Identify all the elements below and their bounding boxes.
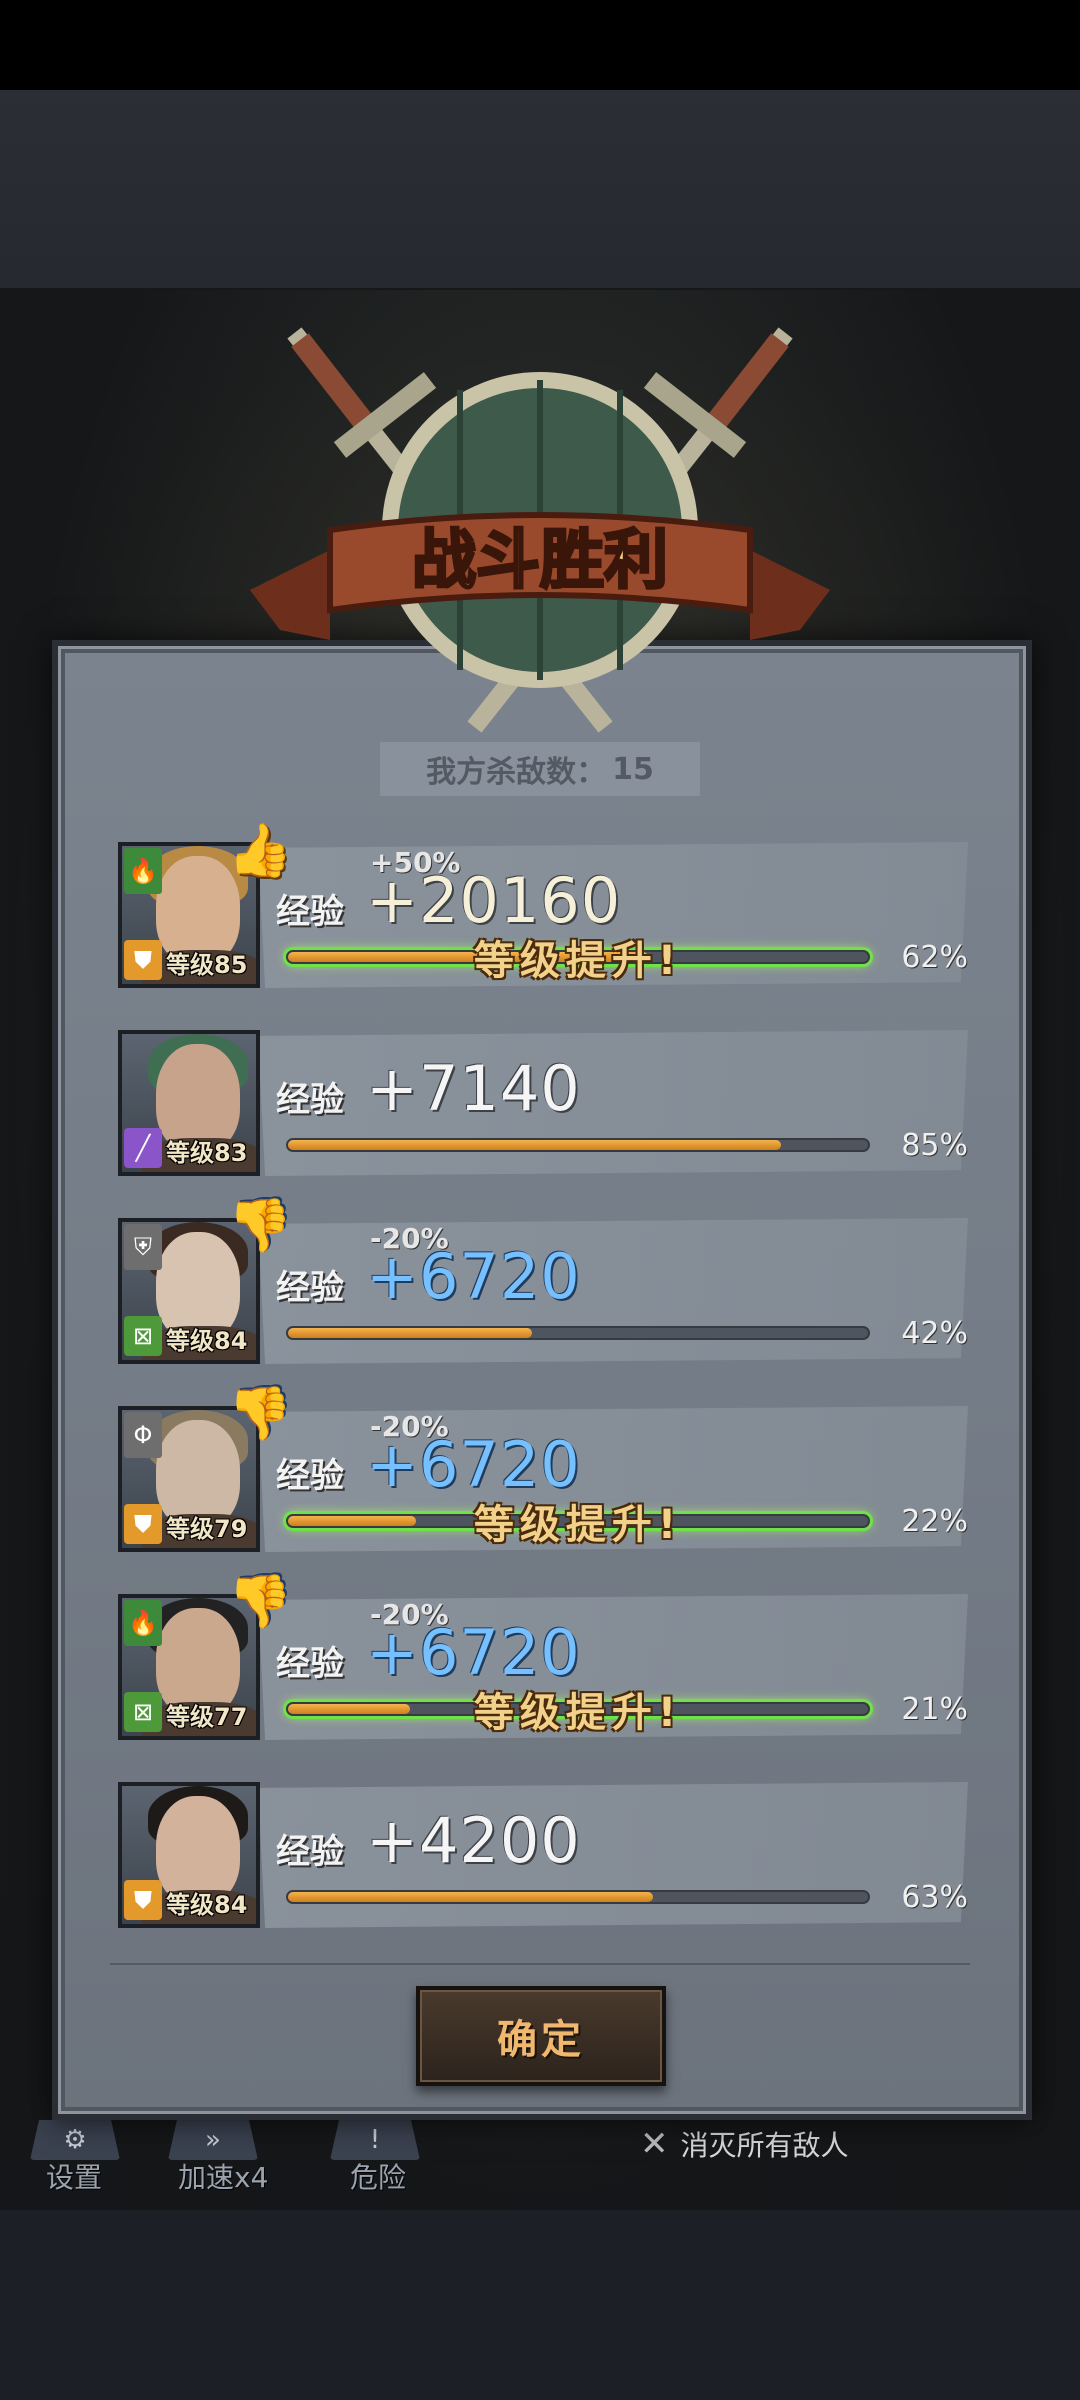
exp-progress-fill [288,1892,654,1902]
row-background [258,1782,968,1928]
exp-label: 经验 [276,1268,344,1308]
hero-level: 等级79 [166,1515,248,1543]
hero-level: 等级85 [166,951,248,979]
exp-label: 经验 [276,1456,344,1496]
exp-progress-fill [288,1516,416,1526]
exp-label: 经验 [276,1832,344,1872]
hero-level: 等级84 [166,1327,248,1355]
hero-row: ⛊ 等级84 经验 +4200 63% [118,1782,968,1928]
exp-progress-fill [288,1704,410,1714]
settings-label[interactable]: 设置 [46,2156,102,2196]
row-background [258,1030,968,1176]
exp-label: 经验 [276,1080,344,1120]
top-wall [0,90,1080,290]
role-icon: ⛊ [124,1504,162,1544]
crossed-swords-icon: ✕ [640,2124,669,2164]
hero-row: ╱ 等级83 经验 +7140 85% [118,1030,968,1176]
hero-portrait[interactable]: ╱ 等级83 [118,1030,260,1176]
exp-percent: 62% [901,940,968,975]
role-icon: ⛊ [124,940,162,980]
exp-progress-fill [288,1328,532,1338]
exp-progress-bar [286,1138,870,1152]
exp-progress-fill [288,1140,781,1150]
exp-value: +7140 [366,1052,581,1125]
hero-row: Φ ⛊ 等级79 👍 -20% 经验 +6720 等级提升! 22% [118,1384,968,1552]
class-icon: Φ [124,1412,162,1458]
exp-percent: 63% [901,1880,968,1915]
bottom-background [0,2210,1080,2400]
victory-title: 战斗胜利 [412,524,668,598]
status-bar [0,0,1080,90]
speed-label[interactable]: 加速x4 [178,2156,268,2196]
hero-level: 等级77 [166,1703,248,1731]
role-icon: ⊠ [124,1316,162,1356]
class-icon: 🔥 [124,1600,162,1646]
exp-value: +20160 [366,864,622,937]
objective-text: 消灭所有敌人 [680,2129,849,2162]
level-up-text: 等级提升! [473,1502,683,1548]
exp-percent: 85% [901,1128,968,1163]
role-icon: ⊠ [124,1692,162,1732]
fast-forward-icon[interactable]: » [168,2120,258,2160]
row-background [258,1218,968,1364]
exp-progress-bar [286,1890,870,1904]
confirm-button[interactable]: 确定 [416,1986,666,2086]
hero-level: 等级83 [166,1139,248,1167]
thumbs-down-icon: 👍 [227,1383,293,1444]
objective: ✕ 消灭所有敌人 [640,2124,849,2164]
hero-row: 🔥 ⛊ 等级85 👍 +50% 经验 +20160 等级提升! 62% [118,821,968,988]
exp-percent: 21% [901,1692,968,1727]
class-icon: 🔥 [124,848,162,894]
exp-value: +6720 [366,1616,581,1689]
divider [110,1963,970,1965]
thumbs-down-icon: 👍 [227,1195,293,1256]
level-up-text: 等级提升! [473,1690,683,1736]
kill-count: 我方杀敌数： 15 [380,742,700,796]
hero-row: 🔥 ⊠ 等级77 👍 -20% 经验 +6720 等级提升! 21% [118,1572,968,1740]
exp-percent: 22% [901,1504,968,1539]
hero-portrait[interactable]: ⛊ 等级84 [118,1782,260,1928]
level-up-text: 等级提升! [473,938,683,984]
exp-percent: 42% [901,1316,968,1351]
bottom-nav: ⚙ 设置 » 加速x4 ! 危险 [0,2120,1080,2210]
gear-icon[interactable]: ⚙ [30,2120,120,2160]
exp-value: +6720 [366,1240,581,1313]
danger-label[interactable]: 危险 [350,2156,406,2196]
kill-count-label: 我方杀敌数： [426,755,607,790]
exp-label: 经验 [276,892,344,932]
role-icon: ╱ [124,1128,162,1168]
hero-row: ⛨ ⊠ 等级84 👍 -20% 经验 +6720 42% [118,1196,968,1364]
exp-value: +6720 [366,1428,581,1501]
warning-icon[interactable]: ! [330,2120,420,2160]
victory-emblem: 战斗胜利 [250,327,830,733]
exp-progress-bar [286,1326,870,1340]
thumbs-down-icon: 👍 [227,1571,293,1632]
exp-value: +4200 [366,1804,581,1877]
hero-level: 等级84 [166,1891,248,1919]
class-icon: ⛨ [124,1224,162,1270]
thumbs-up-icon: 👍 [227,820,293,881]
kill-count-value: 15 [612,751,654,787]
exp-label: 经验 [276,1644,344,1684]
role-icon: ⛊ [124,1880,162,1920]
